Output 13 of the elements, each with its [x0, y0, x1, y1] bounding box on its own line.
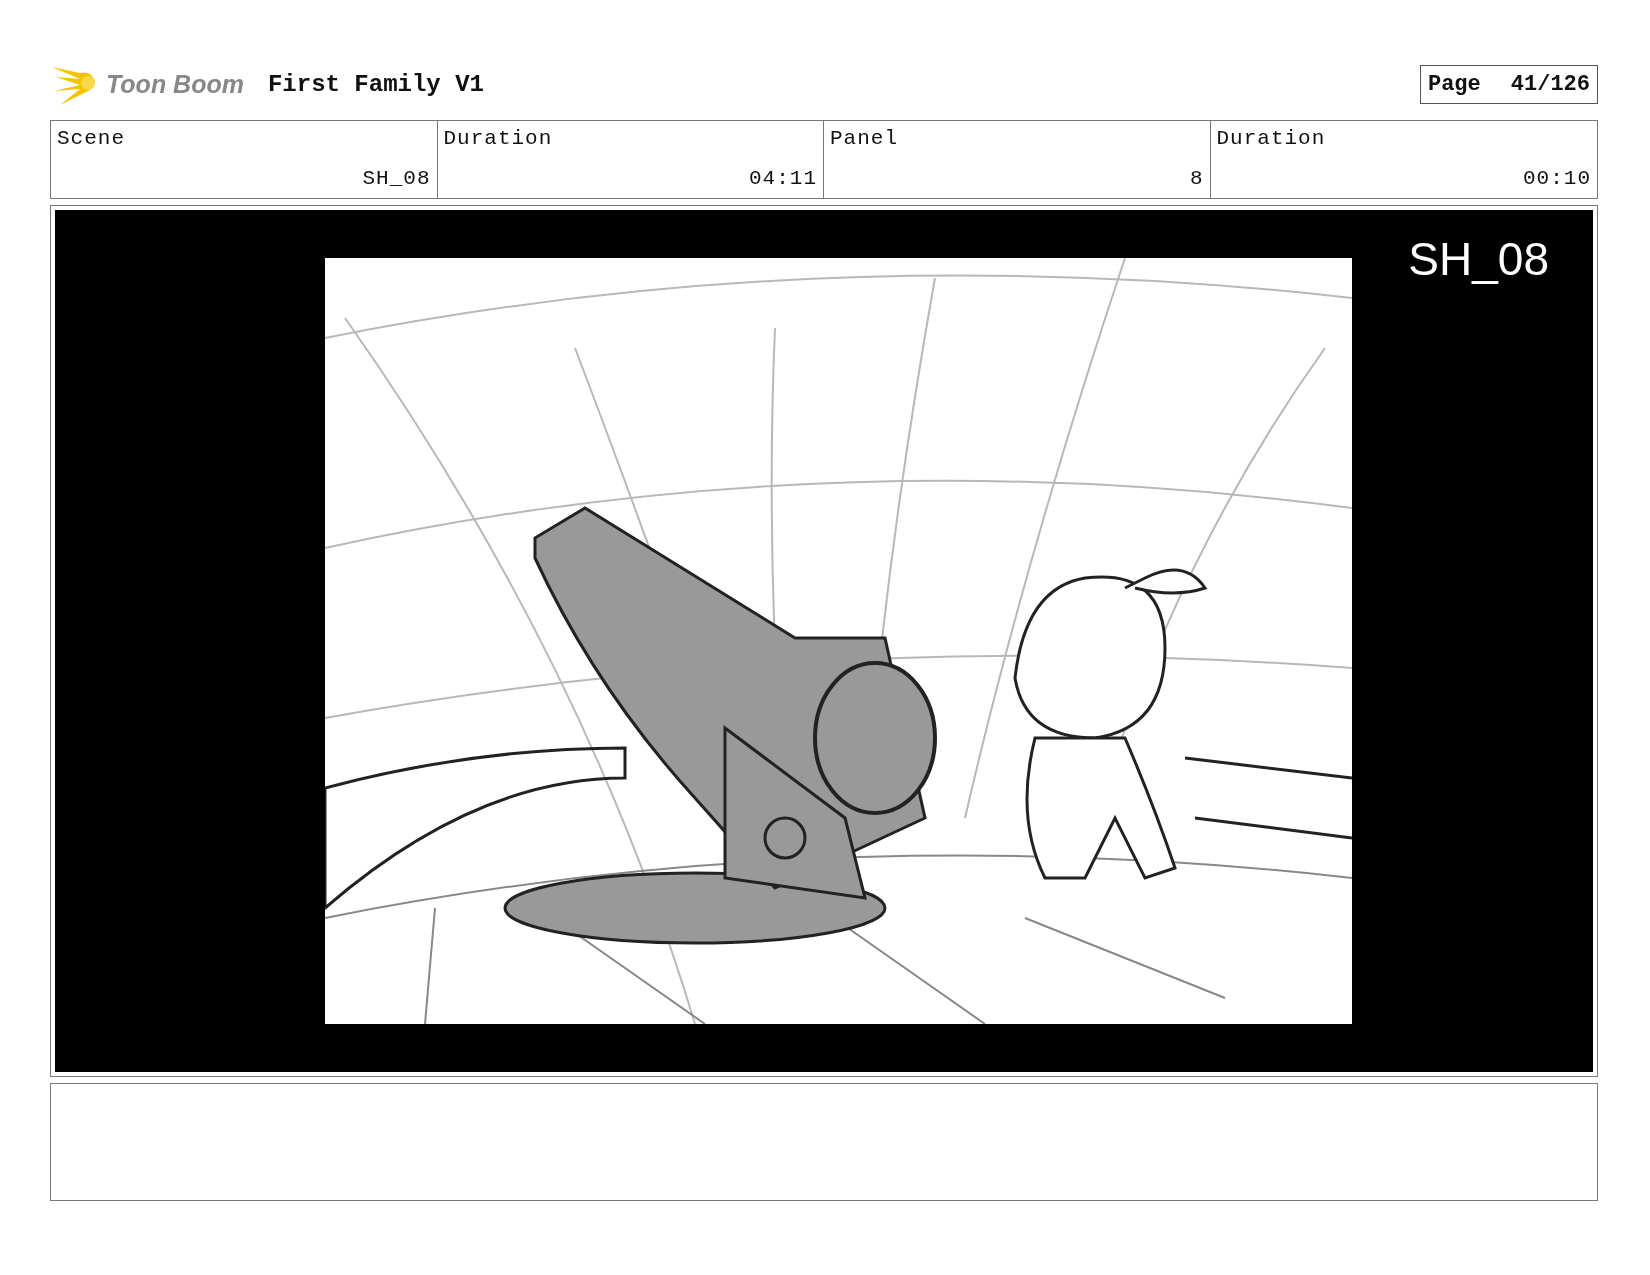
column-header: Panel — [830, 127, 899, 150]
table-cell: 8 — [1189, 167, 1204, 190]
table-cell: SH_08 — [362, 167, 431, 190]
table-cell: 04:11 — [749, 167, 817, 190]
page-number: 41/126 — [1510, 71, 1590, 97]
table-cell: 00:10 — [1523, 167, 1591, 190]
column-header: Scene — [57, 127, 126, 150]
project-title: First Family V1 — [267, 70, 484, 98]
column-header: Duration — [443, 127, 554, 150]
page-label: Page — [1427, 71, 1481, 97]
logo-text: Toon Boom — [106, 69, 244, 99]
shot-label: SH_08 — [1408, 232, 1549, 286]
column-header: Duration — [1216, 127, 1327, 150]
